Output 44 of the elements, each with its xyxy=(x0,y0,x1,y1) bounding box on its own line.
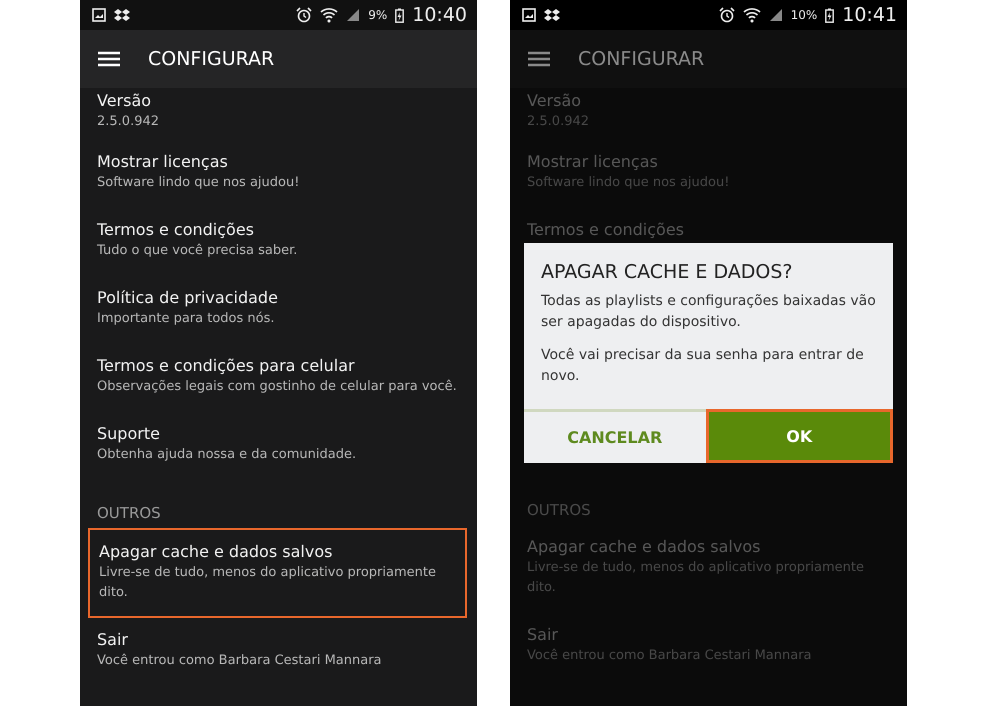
setting-title[interactable]: Política de privacidade xyxy=(97,287,460,309)
battery-icon xyxy=(825,8,834,22)
screen-title: CONFIGURAR xyxy=(148,48,274,70)
dialog-title: APAGAR CACHE E DADOS? xyxy=(540,260,794,285)
setting-description: 2.5.0.942 xyxy=(97,113,160,131)
clock-time: 10:40 xyxy=(412,4,467,26)
setting-description: Livre-se de tudo, menos do aplicativo propriamente dito. xyxy=(527,559,865,597)
section-header: OUTROS xyxy=(96,503,162,524)
dialog-message: Todas as playlists e configurações baixadas vão ser apagadas do dispositivo. xyxy=(540,292,877,332)
setting-description: Livre-se de tudo, menos do aplicativo propriamente dito. xyxy=(99,564,437,602)
setting-title[interactable]: Termos e condições xyxy=(97,219,460,241)
setting-description: Observações legais com gostinho de celular para você. xyxy=(97,378,458,396)
ok-button[interactable]: OK xyxy=(706,409,893,463)
setting-description: Obtenha ajuda nossa e da comunidade. xyxy=(97,446,358,464)
picture-icon xyxy=(92,8,106,22)
alarm-clock-icon xyxy=(296,7,312,23)
battery-percentage: 10% xyxy=(790,8,818,22)
setting-description: Importante para todos nós. xyxy=(97,310,276,328)
wifi-icon xyxy=(742,7,761,23)
setting-description: Tudo o que você precisa saber. xyxy=(97,242,298,260)
dropbox-icon xyxy=(114,8,130,22)
wifi-icon xyxy=(320,7,338,23)
clock-time: 10:41 xyxy=(842,4,897,26)
signal-icon xyxy=(768,8,783,22)
dropbox-icon xyxy=(544,8,560,22)
screen-title: CONFIGURAR xyxy=(578,48,704,70)
setting-title[interactable]: Sair xyxy=(97,629,460,651)
setting-description: Software lindo que nos ajudou! xyxy=(527,174,730,192)
setting-title[interactable]: Versão xyxy=(97,90,460,112)
setting-description: Software lindo que nos ajudou! xyxy=(97,174,300,192)
setting-title[interactable]: Mostrar licenças xyxy=(97,151,460,173)
picture-icon xyxy=(522,8,536,22)
setting-title[interactable]: Termos e condições para celular xyxy=(97,355,460,377)
setting-description: Você entrou como Barbara Cestari Mannara xyxy=(527,647,813,665)
alarm-clock-icon xyxy=(718,7,735,23)
setting-title[interactable]: Suporte xyxy=(97,423,460,445)
signal-icon xyxy=(346,8,360,22)
section-header: OUTROS xyxy=(526,500,592,521)
battery-percentage: 9% xyxy=(368,8,388,22)
setting-description: 2.5.0.942 xyxy=(527,113,590,131)
battery-icon xyxy=(395,8,404,22)
dialog-message: Você vai precisar da sua senha para entrar de novo. xyxy=(540,346,865,386)
setting-title[interactable]: Apagar cache e dados salvos xyxy=(99,541,458,563)
setting-description: Você entrou como Barbara Cestari Mannara xyxy=(97,652,383,670)
